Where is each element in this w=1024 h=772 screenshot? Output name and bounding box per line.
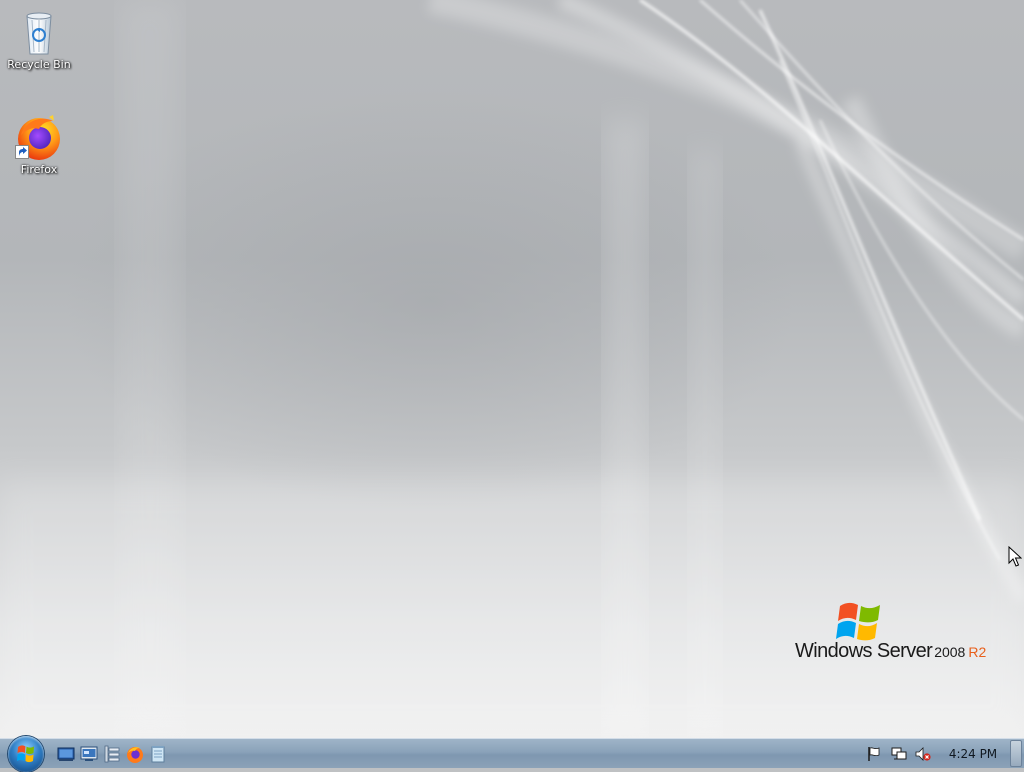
volume-muted-icon	[915, 747, 931, 761]
network-icon	[891, 747, 907, 760]
windows-server-branding: Windows Server 2008 R2	[790, 598, 1000, 668]
taskbar-clock[interactable]: 4:24 PM	[944, 747, 1002, 761]
recycle-bin-shortcut[interactable]: Recycle Bin	[1, 8, 77, 71]
mouse-cursor-icon	[1008, 546, 1022, 567]
server-manager-shortcut[interactable]	[80, 745, 98, 763]
notepad-shortcut[interactable]	[149, 745, 167, 763]
windows-explorer-icon	[104, 745, 120, 763]
show-desktop-shortcut-icon	[57, 747, 75, 761]
firefox-icon	[127, 747, 143, 763]
action-center-flag-icon	[868, 747, 880, 761]
action-center-flag[interactable]	[866, 746, 882, 762]
branding-product: Windows Server	[795, 640, 933, 662]
windows-explorer-shortcut[interactable]	[103, 745, 121, 763]
start-orb-icon	[17, 745, 34, 763]
firefox-taskbar-shortcut[interactable]	[126, 745, 144, 763]
desktop[interactable]: Recycle Bin Firefox Windows Server 2008 …	[0, 0, 1024, 738]
branding-version: 2008	[934, 644, 966, 660]
firefox-shortcut[interactable]: Firefox	[1, 113, 77, 176]
recycle-bin-label: Recycle Bin	[7, 58, 71, 71]
server-manager-icon	[80, 746, 98, 761]
volume-tray[interactable]	[915, 746, 931, 762]
recycle-bin-icon	[15, 8, 63, 56]
firefox-label: Firefox	[20, 163, 58, 176]
notepad-icon	[151, 746, 165, 763]
branding-edition: R2	[968, 644, 987, 660]
start-button[interactable]	[8, 736, 44, 772]
show-desktop-button[interactable]	[1010, 740, 1022, 767]
taskbar: 4:24 PM	[0, 736, 1024, 772]
windows-flag-logo-icon	[836, 602, 880, 641]
shortcut-arrow-icon	[15, 145, 29, 159]
network-tray[interactable]	[891, 746, 907, 762]
firefox-icon	[15, 113, 63, 161]
branding-wordmark: Windows Server 2008 R2	[795, 640, 986, 663]
show-desktop-shortcut[interactable]	[57, 745, 75, 763]
